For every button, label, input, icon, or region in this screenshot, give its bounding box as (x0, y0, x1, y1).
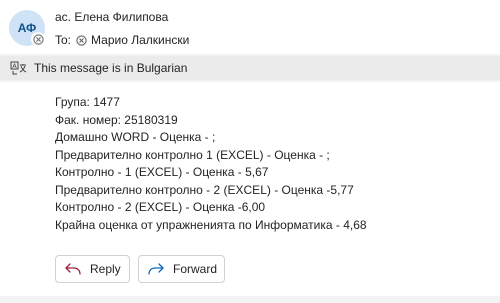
recipient-name[interactable]: Марио Лалкински (91, 33, 189, 47)
translation-message: This message is in Bulgarian (34, 61, 188, 75)
svg-text:A: A (12, 62, 17, 70)
forward-button[interactable]: Forward (138, 255, 225, 283)
sender-name[interactable]: ас. Елена Филипова (55, 10, 168, 24)
forward-arrow-icon (147, 262, 165, 276)
recipient-status-icon (76, 34, 87, 46)
body-line: Контролно - 2 (EXCEL) - Оценка -6,00 (55, 200, 266, 214)
message-body-card: Група: 1477 Фак. номер: 25180319 Домашно… (0, 82, 500, 296)
to-line: To: Марио Лалкински (55, 33, 189, 47)
reply-button[interactable]: Reply (55, 255, 130, 283)
translate-icon: A (10, 59, 28, 77)
body-line: Група: 1477 (55, 95, 120, 109)
reply-arrow-icon (64, 262, 82, 276)
body-line: Предварително контролно - 2 (EXCEL) - Оц… (55, 182, 354, 197)
body-line: Фак. номер: 25180319 (55, 112, 178, 127)
message-actions: Reply Forward (55, 255, 225, 283)
message-body: Група: 1477 Фак. номер: 25180319 Домашно… (55, 94, 367, 234)
forward-label: Forward (173, 262, 218, 276)
message-header: АФ ас. Елена Филипова To: Марио Лалкинск… (0, 0, 500, 54)
body-line: Контролно - 1 (EXCEL) - Оценка - 5,67 (55, 165, 269, 179)
body-line: Домашно WORD - Оценка - ; (55, 130, 216, 144)
to-label: To: (55, 33, 72, 47)
translation-bar[interactable]: A This message is in Bulgarian (0, 56, 500, 80)
reply-label: Reply (90, 262, 121, 276)
presence-unknown-icon (31, 32, 45, 46)
body-line: Предварително контролно 1 (EXCEL) - Оцен… (55, 147, 330, 162)
body-line: Крайна оценка от упражненията по Информа… (55, 217, 367, 232)
